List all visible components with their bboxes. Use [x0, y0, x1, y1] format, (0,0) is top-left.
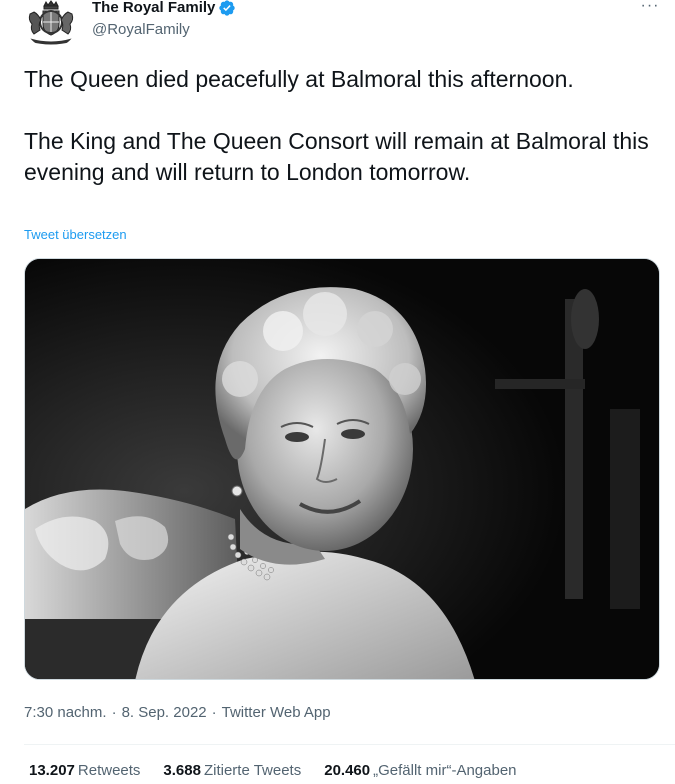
author-handle[interactable]: @RoyalFamily — [92, 20, 190, 40]
quote-tweets-label: Zitierte Tweets — [203, 762, 302, 779]
author-name-row[interactable]: The Royal Family — [92, 0, 236, 18]
retweets-label: Retweets — [77, 762, 141, 779]
retweets-stat[interactable]: 13.207 Retweets — [29, 761, 140, 781]
quote-tweets-stat[interactable]: 3.688 Zitierte Tweets — [163, 761, 301, 781]
meta-separator: · — [111, 704, 117, 721]
likes-label: „Gefällt mir“-Angaben — [373, 762, 517, 779]
royal-crest-avatar[interactable] — [24, 0, 78, 48]
author-display-name[interactable]: The Royal Family — [92, 0, 215, 18]
tweet-text-paragraph-1: The Queen died peacefully at Balmoral th… — [24, 66, 574, 92]
more-options-icon[interactable]: ··· — [638, 0, 662, 16]
tweet-photo[interactable] — [24, 258, 660, 680]
tweet-stats: 13.207 Retweets 3.688 Zitierte Tweets 20.4… — [29, 761, 540, 781]
tweet-text-paragraph-2: The King and The Queen Consort will rema… — [24, 128, 649, 185]
divider — [24, 744, 675, 745]
meta-separator: · — [211, 704, 217, 721]
translate-tweet-link[interactable]: Tweet übersetzen — [24, 227, 127, 243]
tweet-date[interactable]: 8. Sep. 2022 — [122, 703, 207, 723]
tweet: The Royal Family @RoyalFamily ··· The Qu… — [0, 0, 675, 784]
verified-badge-icon — [218, 0, 236, 17]
likes-stat[interactable]: 20.460 „Gefällt mir“-Angaben — [324, 761, 516, 781]
tweet-time[interactable]: 7:30 nachm. — [24, 703, 107, 723]
tweet-meta: 7:30 nachm. · 8. Sep. 2022 · Twitter Web… — [24, 703, 331, 723]
retweets-count: 13.207 — [29, 762, 75, 779]
tweet-source[interactable]: Twitter Web App — [222, 703, 331, 723]
likes-count: 20.460 — [324, 762, 371, 779]
tweet-text: The Queen died peacefully at Balmoral th… — [24, 64, 664, 188]
quote-tweets-count: 3.688 — [163, 762, 201, 779]
